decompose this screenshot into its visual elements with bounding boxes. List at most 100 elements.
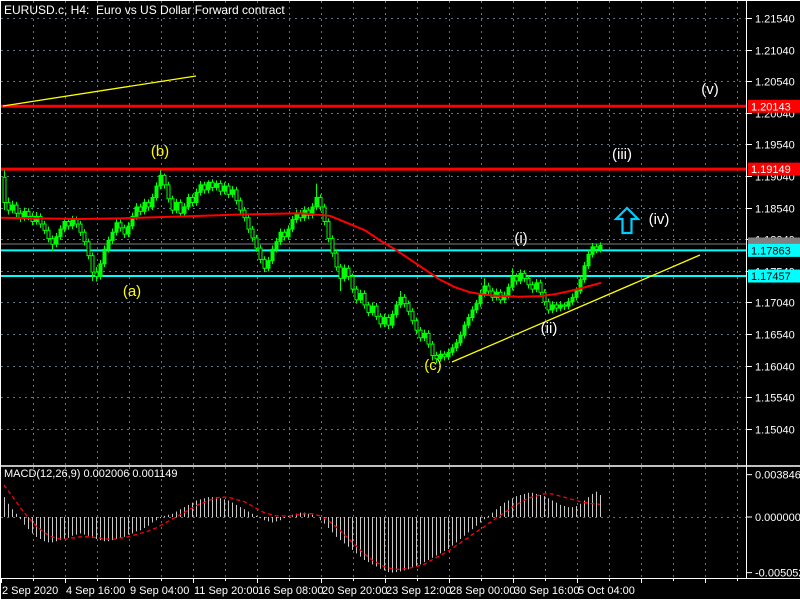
candle-body — [383, 318, 386, 324]
wave-label[interactable]: (ii) — [541, 320, 558, 337]
price-axis-label: 1.17040 — [755, 298, 795, 310]
candle-body — [407, 304, 410, 312]
chart-window: 1.215401.210401.205401.200401.195401.190… — [0, 0, 800, 600]
candle-body — [123, 228, 126, 234]
candle-body — [591, 247, 594, 255]
candle-body — [347, 268, 350, 276]
candle-body — [27, 211, 30, 216]
candle-body — [259, 248, 262, 259]
price-axis-label: 1.20540 — [755, 77, 795, 89]
candle-body — [235, 190, 238, 201]
candle-body — [135, 207, 138, 216]
candle-body — [335, 253, 338, 267]
up-arrow-icon[interactable] — [616, 208, 638, 233]
wave-label[interactable]: (i) — [514, 230, 527, 247]
candle-body — [67, 222, 70, 226]
candle-body — [215, 184, 218, 188]
candle-body — [255, 238, 258, 248]
candle-body — [415, 321, 418, 330]
macd-axis-label: 0.000000 — [755, 512, 800, 524]
candle-body — [331, 239, 334, 254]
candle-body — [99, 264, 102, 277]
candle-body — [7, 203, 10, 211]
candle-body — [411, 311, 414, 320]
candle-body — [523, 273, 526, 278]
price-axis-label: 1.15540 — [755, 393, 795, 405]
wave-label[interactable]: (iv) — [649, 211, 670, 228]
candle-body — [223, 186, 226, 191]
wave-label[interactable]: (v) — [701, 81, 719, 98]
candle-body — [207, 182, 210, 190]
candle-body — [275, 242, 278, 250]
candle-body — [391, 314, 394, 325]
candle-body — [475, 304, 478, 310]
wave-label[interactable]: (b) — [151, 143, 169, 160]
candle-body — [315, 197, 318, 206]
candle-body — [51, 239, 54, 245]
candle-body — [95, 272, 98, 276]
time-axis-label: 20 Sep 20:00 — [322, 585, 387, 597]
candle-body — [87, 242, 90, 256]
wave-label[interactable]: (iii) — [612, 146, 632, 163]
upper-channel-trendline[interactable] — [3, 76, 196, 106]
candle-body — [147, 203, 150, 207]
candle-body — [559, 305, 562, 308]
candle-body — [107, 240, 110, 249]
candle-body — [199, 185, 202, 193]
candle-body — [287, 229, 290, 237]
candle-body — [227, 186, 230, 194]
candle-body — [103, 249, 106, 264]
candle-body — [599, 246, 602, 250]
candle-body — [395, 305, 398, 314]
candle-body — [359, 294, 362, 300]
candle-body — [519, 273, 522, 281]
candle-body — [183, 207, 186, 213]
price-tag-label: 1.17863 — [751, 245, 791, 257]
wave-label[interactable]: (c) — [424, 357, 442, 374]
candle-body — [447, 352, 450, 356]
chart-canvas[interactable]: 1.215401.210401.205401.200401.195401.190… — [0, 0, 800, 600]
candle-body — [139, 207, 142, 211]
candle-body — [351, 276, 354, 289]
wave-label[interactable]: (a) — [123, 283, 141, 300]
price-axis-label: 1.16540 — [755, 330, 795, 342]
price-axis-label: 1.16040 — [755, 362, 795, 374]
candle-body — [515, 276, 518, 280]
candle-body — [375, 306, 378, 316]
time-axis-label: 16 Sep 08:00 — [258, 585, 323, 597]
price-axis-label: 1.15040 — [755, 425, 795, 437]
candle-body — [267, 261, 270, 269]
candle-body — [595, 247, 598, 250]
candle-body — [555, 305, 558, 308]
time-axis-label: 28 Sep 00:00 — [450, 585, 515, 597]
candle-body — [339, 267, 342, 278]
price-axis-label: 1.19540 — [755, 140, 795, 152]
candle-body — [507, 287, 510, 295]
candle-body — [167, 185, 170, 199]
time-axis-label: 5 Oct 04:00 — [578, 585, 635, 597]
time-axis-label: 9 Sep 04:00 — [130, 585, 189, 597]
candle-body — [323, 207, 326, 222]
candle-body — [171, 199, 174, 210]
candle-body — [419, 330, 422, 338]
candle-body — [443, 354, 446, 357]
candle-body — [79, 224, 82, 232]
candle-body — [231, 190, 234, 194]
candle-body — [203, 185, 206, 190]
candle-body — [155, 186, 158, 197]
candle-body — [175, 203, 178, 211]
candle-body — [111, 232, 114, 240]
candle-body — [127, 226, 130, 234]
candle-body — [423, 333, 426, 337]
candle-body — [587, 254, 590, 265]
candle-body — [539, 283, 542, 292]
chart-title: EURUSD.c, H4: Euro vs US Dollar Forward … — [4, 3, 285, 17]
candle-body — [247, 218, 250, 229]
candle-body — [355, 289, 358, 300]
candle-body — [483, 286, 486, 294]
wave-ii-trendline[interactable] — [452, 255, 700, 362]
candle-body — [463, 325, 466, 335]
pane-divider[interactable] — [0, 465, 800, 467]
candle-body — [363, 294, 366, 305]
candle-body — [179, 203, 182, 214]
